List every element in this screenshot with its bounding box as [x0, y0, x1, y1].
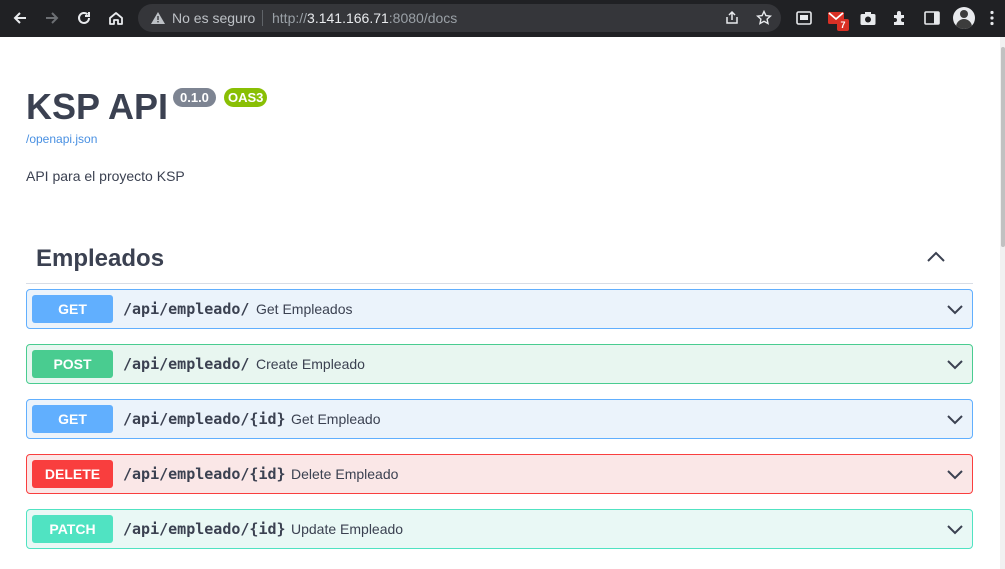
- avatar-body: [956, 19, 972, 29]
- mail-count-badge: 7: [837, 19, 849, 31]
- address-bar[interactable]: No es seguro http://3.141.166.71:8080/do…: [138, 4, 781, 32]
- side-panel-button[interactable]: [923, 9, 941, 27]
- avatar-head: [960, 10, 968, 18]
- extension-window-button[interactable]: [795, 9, 813, 27]
- bookmark-star-icon[interactable]: [756, 10, 772, 26]
- url-prefix: http://: [272, 10, 308, 26]
- warning-icon: [151, 12, 165, 24]
- operation-summary: Delete Empleado: [291, 466, 399, 482]
- operation-get-empleado[interactable]: GET /api/empleado/{id} Get Empleado: [26, 399, 973, 439]
- method-badge: DELETE: [32, 460, 113, 488]
- method-badge: GET: [32, 295, 113, 323]
- api-description: API para el proyecto KSP: [26, 168, 185, 184]
- chevron-down-icon[interactable]: [946, 522, 964, 536]
- version-badge: 0.1.0: [173, 88, 216, 107]
- openapi-json-link[interactable]: /openapi.json: [26, 132, 97, 146]
- operation-summary: Get Empleado: [291, 411, 381, 427]
- arrow-left-icon: [13, 12, 26, 24]
- browser-menu-button[interactable]: [983, 9, 1001, 27]
- security-status[interactable]: No es seguro: [172, 10, 255, 26]
- chevron-up-icon[interactable]: [925, 249, 947, 265]
- method-badge: GET: [32, 405, 113, 433]
- operation-summary: Create Empleado: [256, 356, 365, 372]
- share-icon[interactable]: [724, 10, 740, 26]
- puzzle-icon: [894, 11, 904, 25]
- extensions-button[interactable]: [891, 9, 909, 27]
- address-separator: [262, 10, 263, 26]
- tag-section-header[interactable]: Empleados: [26, 237, 973, 284]
- operation-delete-empleado[interactable]: DELETE /api/empleado/{id} Delete Emplead…: [26, 454, 973, 494]
- operation-path: /api/empleado/{id}: [123, 410, 286, 428]
- operation-summary: Update Empleado: [291, 521, 404, 537]
- chevron-down-icon[interactable]: [946, 412, 964, 426]
- operation-path: /api/empleado/{id}: [123, 520, 286, 538]
- extension-camera-button[interactable]: [859, 9, 877, 27]
- url-host: 3.141.166.71: [307, 10, 389, 26]
- operation-summary: Get Empleados: [256, 301, 353, 317]
- kebab-menu-icon: [990, 10, 994, 26]
- method-badge: PATCH: [32, 515, 113, 543]
- camera-icon: [860, 12, 876, 25]
- window-icon: [796, 11, 812, 25]
- side-panel-icon: [924, 11, 940, 25]
- home-icon: [109, 12, 123, 25]
- browser-toolbar: No es seguro http://3.141.166.71:8080/do…: [0, 0, 1005, 37]
- operation-update-empleado[interactable]: PATCH /api/empleado/{id} Update Empleado: [26, 509, 973, 549]
- operation-create-empleado[interactable]: POST /api/empleado/ Create Empleado: [26, 344, 973, 384]
- url-rest: :8080/docs: [388, 10, 458, 26]
- api-title: KSP API: [26, 86, 169, 127]
- page-scrollbar[interactable]: [1000, 37, 1005, 569]
- profile-avatar[interactable]: [953, 7, 975, 29]
- operation-path: /api/empleado/: [123, 355, 250, 373]
- home-button[interactable]: [104, 6, 128, 30]
- chevron-down-icon[interactable]: [946, 302, 964, 316]
- forward-button[interactable]: [40, 6, 64, 30]
- chevron-down-icon[interactable]: [946, 467, 964, 481]
- swagger-page: KSP API 0.1.0 OAS3 /openapi.json API par…: [0, 37, 1005, 569]
- oas-badge: OAS3: [224, 88, 268, 107]
- reload-button[interactable]: [72, 6, 96, 30]
- operation-path: /api/empleado/: [123, 300, 250, 318]
- operation-get-empleados[interactable]: GET /api/empleado/ Get Empleados: [26, 289, 973, 329]
- arrow-right-icon: [46, 12, 59, 24]
- chevron-down-icon[interactable]: [946, 357, 964, 371]
- url-text[interactable]: http://3.141.166.71:8080/docs: [272, 10, 457, 26]
- tag-title: Empleados: [36, 245, 165, 272]
- scrollbar-thumb[interactable]: [1001, 47, 1005, 247]
- reload-icon: [78, 11, 90, 24]
- back-button[interactable]: [8, 6, 32, 30]
- method-badge: POST: [32, 350, 113, 378]
- operation-path: /api/empleado/{id}: [123, 465, 286, 483]
